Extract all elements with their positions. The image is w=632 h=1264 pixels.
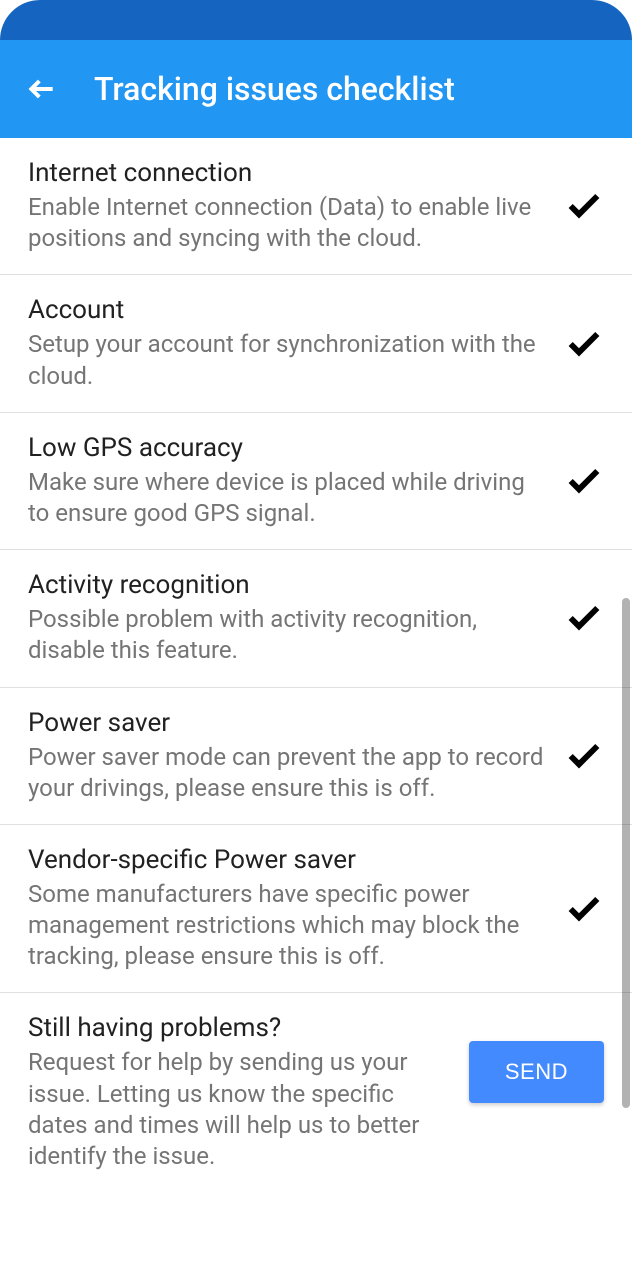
help-title: Still having problems? xyxy=(28,1013,453,1043)
back-button[interactable] xyxy=(18,65,66,113)
item-description: Power saver mode can prevent the app to … xyxy=(28,742,548,804)
check-icon xyxy=(564,324,604,364)
checklist-item-account[interactable]: Account Setup your account for synchroni… xyxy=(0,275,632,412)
page-title: Tracking issues checklist xyxy=(94,70,455,108)
item-title: Activity recognition xyxy=(28,570,548,600)
check-icon xyxy=(564,461,604,501)
check-icon xyxy=(564,598,604,638)
item-title: Account xyxy=(28,295,548,325)
item-text: Power saver Power saver mode can prevent… xyxy=(28,708,564,804)
item-title: Vendor-specific Power saver xyxy=(28,845,548,875)
scrollbar-indicator[interactable] xyxy=(622,598,630,1108)
checklist-item-activity[interactable]: Activity recognition Possible problem wi… xyxy=(0,550,632,687)
checklist-item-vendor-power-saver[interactable]: Vendor-specific Power saver Some manufac… xyxy=(0,825,632,994)
item-description: Setup your account for synchronization w… xyxy=(28,329,548,391)
help-section: Still having problems? Request for help … xyxy=(0,993,632,1192)
item-text: Vendor-specific Power saver Some manufac… xyxy=(28,845,564,973)
item-title: Low GPS accuracy xyxy=(28,433,548,463)
item-description: Make sure where device is placed while d… xyxy=(28,467,548,529)
item-description: Possible problem with activity recogniti… xyxy=(28,604,548,666)
app-bar: Tracking issues checklist xyxy=(0,40,632,138)
item-text: Internet connection Enable Internet conn… xyxy=(28,158,564,254)
item-text: Account Setup your account for synchroni… xyxy=(28,295,564,391)
item-title: Power saver xyxy=(28,708,548,738)
help-description: Request for help by sending us your issu… xyxy=(28,1047,453,1172)
checklist-item-gps[interactable]: Low GPS accuracy Make sure where device … xyxy=(0,413,632,550)
send-button[interactable]: SEND xyxy=(469,1041,604,1103)
status-bar xyxy=(0,0,632,40)
checklist-item-internet[interactable]: Internet connection Enable Internet conn… xyxy=(0,138,632,275)
item-title: Internet connection xyxy=(28,158,548,188)
help-text: Still having problems? Request for help … xyxy=(28,1013,469,1172)
content-area: Internet connection Enable Internet conn… xyxy=(0,138,632,1264)
item-text: Activity recognition Possible problem wi… xyxy=(28,570,564,666)
item-description: Some manufacturers have specific power m… xyxy=(28,879,548,973)
phone-frame: Tracking issues checklist Internet conne… xyxy=(0,0,632,1264)
item-text: Low GPS accuracy Make sure where device … xyxy=(28,433,564,529)
arrow-left-icon xyxy=(26,73,58,105)
checklist-item-power-saver[interactable]: Power saver Power saver mode can prevent… xyxy=(0,688,632,825)
check-icon xyxy=(564,186,604,226)
check-icon xyxy=(564,736,604,776)
check-icon xyxy=(564,889,604,929)
item-description: Enable Internet connection (Data) to ena… xyxy=(28,192,548,254)
